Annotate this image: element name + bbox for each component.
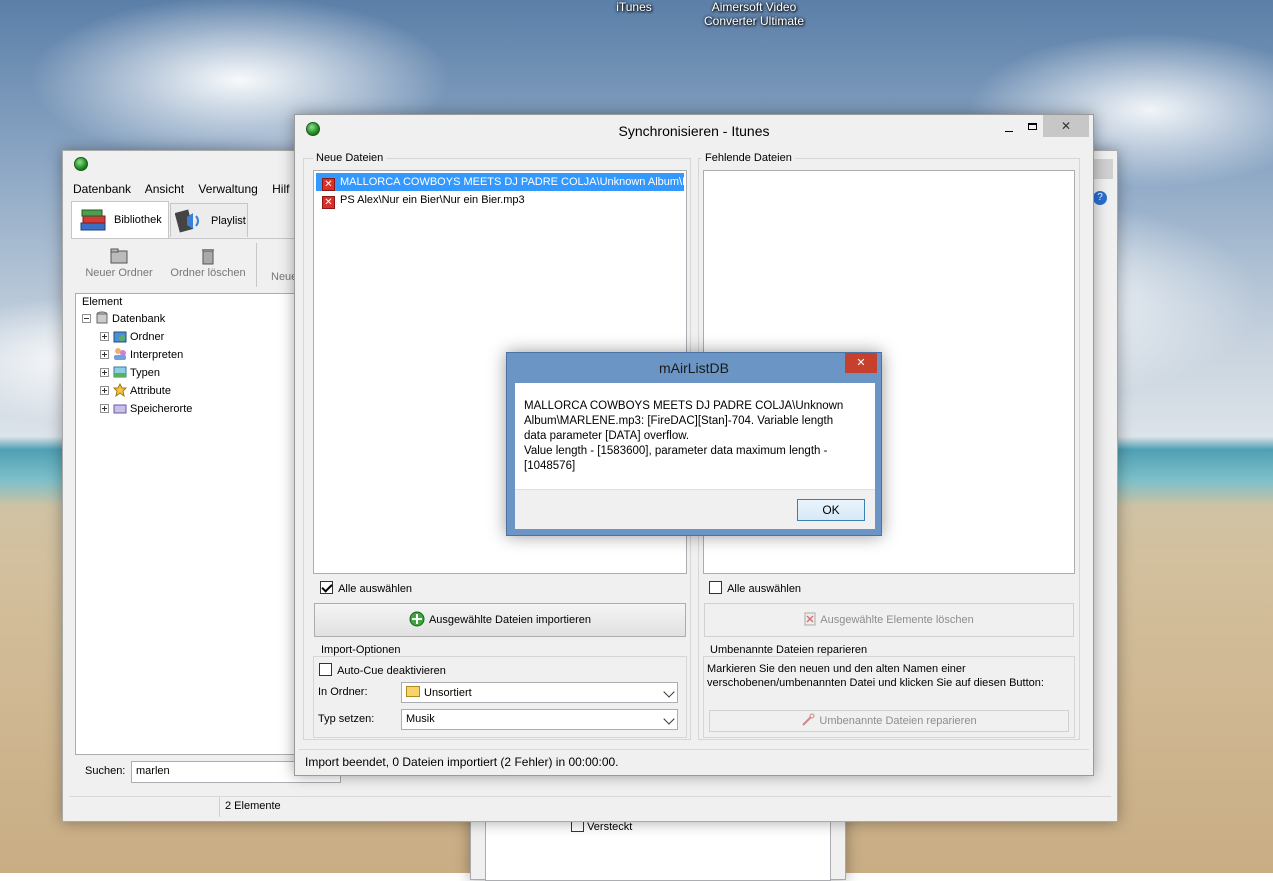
versteckt-label: Versteckt (587, 821, 633, 833)
help-icon[interactable]: ? (1093, 191, 1107, 205)
folder-label: In Ordner: (318, 686, 368, 698)
desktop-icon-label: iTunes (616, 0, 652, 14)
auto-cue-checkbox[interactable] (319, 663, 332, 676)
expand-icon[interactable] (100, 404, 109, 413)
select-all-checkbox[interactable] (320, 581, 333, 594)
error-dialog: mAirListDB ✕ MALLORCA COWBOYS MEETS DJ P… (506, 352, 882, 536)
chevron-down-icon (663, 713, 675, 725)
repair-title: Umbenannte Dateien reparieren (707, 644, 871, 656)
dialog-message-line1: MALLORCA COWBOYS MEETS DJ PADRE COLJA\Un… (524, 400, 844, 442)
playlist-icon (174, 207, 205, 235)
new-folder-label: Neuer Ordner (85, 267, 153, 279)
plus-icon (409, 608, 425, 627)
dialog-body: MALLORCA COWBOYS MEETS DJ PADRE COLJA\Un… (515, 383, 875, 529)
expand-icon[interactable] (100, 350, 109, 359)
type-label: Typ setzen: (318, 713, 375, 725)
menu-ansicht[interactable]: Ansicht (145, 182, 184, 196)
tree-item-typen[interactable]: Typen (100, 364, 160, 382)
search-label: Suchen: (85, 765, 126, 777)
delete-selected-button[interactable]: Ausgewählte Elemente löschen (704, 603, 1074, 637)
tree-header: Element (82, 296, 123, 308)
tree-item-attribute[interactable]: Attribute (100, 382, 171, 400)
books-icon (80, 208, 106, 232)
delete-icon (804, 607, 816, 626)
folder-icon (113, 329, 127, 343)
select-all-checkbox[interactable] (709, 581, 722, 594)
tab-playlist-label: Playlist (211, 215, 246, 227)
repair-button[interactable]: Umbenannte Dateien reparieren (709, 710, 1069, 732)
database-icon (95, 311, 109, 325)
maximize-button[interactable] (1023, 119, 1043, 139)
type-select[interactable]: Musik (401, 709, 678, 730)
dialog-close-button[interactable]: ✕ (845, 353, 877, 373)
auto-cue-option[interactable]: Auto-Cue deaktivieren (319, 663, 446, 677)
delete-folder-label: Ordner löschen (170, 267, 246, 279)
tab-bibliothek[interactable]: Bibliothek (71, 201, 169, 239)
error-icon: ✕ (322, 178, 335, 191)
folder-icon (406, 686, 420, 697)
list-item[interactable]: ✕ PS Alex\Nur ein Bier\Nur ein Bier.mp3 (316, 191, 684, 209)
expand-icon[interactable] (100, 386, 109, 395)
menu-hilfe[interactable]: Hilf (272, 182, 289, 196)
import-selected-button[interactable]: Ausgewählte Dateien importieren (314, 603, 686, 637)
new-files-select-all[interactable]: Alle auswählen (320, 581, 412, 595)
tree-item-interpreten[interactable]: Interpreten (100, 346, 183, 364)
menu-verwaltung[interactable]: Verwaltung (198, 182, 257, 196)
app-icon (74, 157, 88, 171)
people-icon (113, 347, 127, 361)
tree-root[interactable]: Datenbank (82, 310, 165, 328)
trash-icon (199, 247, 217, 265)
dialog-footer: OK (515, 489, 875, 529)
dialog-message-line2: Value length - [1583600], parameter data… (524, 445, 828, 472)
ok-button[interactable]: OK (797, 499, 865, 521)
desktop-icon-label: Aimersoft Video Converter Ultimate (703, 0, 805, 28)
missing-files-select-all[interactable]: Alle auswählen (709, 581, 801, 595)
sync-statusbar: Import beendet, 0 Dateien importiert (2 … (299, 749, 1089, 771)
desktop-icon-aimersoft[interactable]: Aimersoft Video Converter Ultimate (695, 0, 813, 28)
folder-new-icon (109, 247, 129, 265)
close-button[interactable]: ✕ (1043, 115, 1089, 137)
element-count: 2 Elemente (225, 800, 281, 812)
list-item-selected[interactable]: ✕ MALLORCA COWBOYS MEETS DJ PADRE COLJA\U… (316, 173, 684, 191)
new-files-title: Neue Dateien (313, 152, 387, 164)
import-status: Import beendet, 0 Dateien importiert (2 … (305, 755, 619, 769)
types-icon (113, 365, 127, 379)
star-icon (112, 382, 128, 398)
tree-item-speicherorte[interactable]: Speicherorte (100, 400, 192, 418)
main-statusbar: 2 Elemente (69, 796, 1111, 817)
tab-playlist[interactable]: Playlist (170, 203, 248, 237)
sync-title: Synchronisieren - Itunes (618, 123, 770, 139)
import-options-title: Import-Optionen (318, 644, 404, 656)
error-icon: ✕ (322, 196, 335, 209)
dialog-message: MALLORCA COWBOYS MEETS DJ PADRE COLJA\Un… (524, 399, 854, 474)
menu-datenbank[interactable]: Datenbank (73, 182, 131, 196)
minimize-button[interactable] (999, 119, 1019, 139)
delete-folder-button[interactable]: Ordner löschen (167, 247, 249, 285)
new-folder-button[interactable]: Neuer Ordner (81, 247, 157, 285)
library-tree[interactable]: Element Datenbank Ordner Interpreten Typ… (75, 293, 299, 755)
repair-description: Markieren Sie den neuen und den alten Na… (707, 663, 1044, 689)
expand-icon[interactable] (100, 332, 109, 341)
dialog-title: mAirListDB (658, 360, 729, 376)
tree-item-ordner[interactable]: Ordner (100, 328, 164, 346)
chevron-down-icon (663, 686, 675, 698)
sync-titlebar[interactable]: Synchronisieren - Itunes ✕ (295, 115, 1093, 145)
tab-bibliothek-label: Bibliothek (114, 214, 162, 226)
folder-select[interactable]: Unsortiert (401, 682, 678, 703)
menu-bar: Datenbank Ansicht Verwaltung Hilf (73, 182, 289, 200)
storage-icon (113, 401, 127, 415)
wrench-icon (801, 713, 815, 727)
missing-files-title: Fehlende Dateien (702, 152, 795, 164)
expand-icon[interactable] (100, 368, 109, 377)
collapse-icon[interactable] (82, 314, 91, 323)
desktop-icon-itunes[interactable]: iTunes (598, 0, 670, 14)
